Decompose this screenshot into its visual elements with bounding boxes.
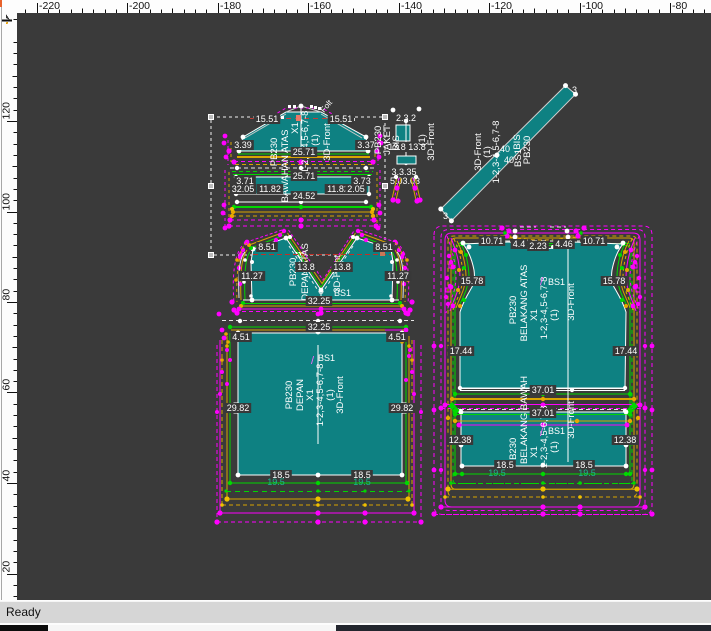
svg-text:15.78: 15.78 <box>603 276 626 286</box>
svg-text:PB230: PB230 <box>284 381 295 410</box>
svg-text:13.8: 13.8 <box>333 262 351 272</box>
svg-text:32.25: 32.25 <box>308 296 331 306</box>
svg-text:24.52: 24.52 <box>293 191 316 201</box>
svg-text:11.82: 11.82 <box>259 184 281 194</box>
svg-text:19.5: 19.5 <box>488 468 506 478</box>
svg-text:PB230: PB230 <box>269 138 280 167</box>
svg-text:3D-Front: 3D-Front <box>566 401 577 439</box>
svg-text:3: 3 <box>572 85 577 95</box>
svg-text:29.82: 29.82 <box>391 403 414 413</box>
svg-text:-80: -80 <box>672 0 687 12</box>
svg-text:-140: -140 <box>401 0 422 12</box>
svg-text:BIS: BIS <box>391 135 402 150</box>
svg-text:(1): (1) <box>549 441 560 453</box>
svg-text:2.23: 2.23 <box>529 241 547 251</box>
svg-text:3D-Front: 3D-Front <box>332 255 343 293</box>
svg-text:37.01: 37.01 <box>532 385 555 395</box>
svg-text:15.78: 15.78 <box>461 276 484 286</box>
svg-text:19.5: 19.5 <box>578 468 596 478</box>
svg-text:BS1: BS1 <box>318 353 335 363</box>
svg-text:3D-Front: 3D-Front <box>426 123 437 161</box>
svg-text:4.51: 4.51 <box>232 332 250 342</box>
svg-text:4.51: 4.51 <box>388 332 406 342</box>
svg-text:12.38: 12.38 <box>449 435 472 445</box>
svg-text:3D-Front: 3D-Front <box>566 283 577 321</box>
svg-text:19.5: 19.5 <box>267 477 285 487</box>
svg-text:40: 40 <box>1 470 13 482</box>
svg-text:(1): (1) <box>310 134 321 146</box>
svg-text:3: 3 <box>443 211 448 221</box>
svg-text:29.82: 29.82 <box>227 403 250 413</box>
svg-text:3D-Front: 3D-Front <box>335 376 346 414</box>
svg-text:4.46: 4.46 <box>555 239 573 249</box>
svg-text:11.27: 11.27 <box>387 271 409 281</box>
svg-text:10.71: 10.71 <box>481 236 504 246</box>
svg-text:BS1: BS1 <box>548 426 565 436</box>
svg-text:8.51: 8.51 <box>258 242 276 252</box>
svg-text:25.71: 25.71 <box>293 147 316 157</box>
svg-text:3D-Front: 3D-Front <box>322 123 333 161</box>
svg-text:BS1: BS1 <box>548 277 565 287</box>
svg-text:12.38: 12.38 <box>614 435 637 445</box>
svg-text:120: 120 <box>1 102 13 120</box>
svg-text:20: 20 <box>1 561 13 573</box>
svg-text:PB230: PB230 <box>508 296 519 325</box>
svg-text:-180: -180 <box>220 0 241 12</box>
svg-text:15.51: 15.51 <box>256 114 279 124</box>
svg-text:32.25: 32.25 <box>308 322 331 332</box>
svg-text:60: 60 <box>1 379 13 391</box>
svg-text:BIS: BIS <box>512 134 523 149</box>
svg-text:BS1: BS1 <box>513 149 524 167</box>
svg-text:BELAKANG ATAS: BELAKANG ATAS <box>519 265 530 342</box>
svg-text:37.01: 37.01 <box>532 408 555 418</box>
svg-text:(1): (1) <box>549 309 560 321</box>
svg-text:3.39: 3.39 <box>234 140 252 150</box>
svg-text:-100: -100 <box>582 0 603 12</box>
svg-text:17.44: 17.44 <box>615 346 638 356</box>
svg-text:32.05: 32.05 <box>232 184 255 194</box>
svg-text:13.8: 13.8 <box>297 262 315 272</box>
svg-text:8.51: 8.51 <box>375 242 393 252</box>
svg-text:4.4: 4.4 <box>513 239 526 249</box>
svg-text:15.51: 15.51 <box>330 114 353 124</box>
svg-text:-220: -220 <box>39 0 60 12</box>
svg-text:11.27: 11.27 <box>241 271 263 281</box>
svg-text:100: 100 <box>1 193 13 211</box>
svg-text:2.05: 2.05 <box>347 184 365 194</box>
svg-text:19.5: 19.5 <box>353 477 371 487</box>
svg-text:3D-Front: 3D-Front <box>473 133 484 171</box>
svg-text:25.71: 25.71 <box>293 171 316 181</box>
svg-text:80: 80 <box>1 289 13 301</box>
svg-text:17.44: 17.44 <box>450 346 473 356</box>
svg-text:10.71: 10.71 <box>583 236 606 246</box>
